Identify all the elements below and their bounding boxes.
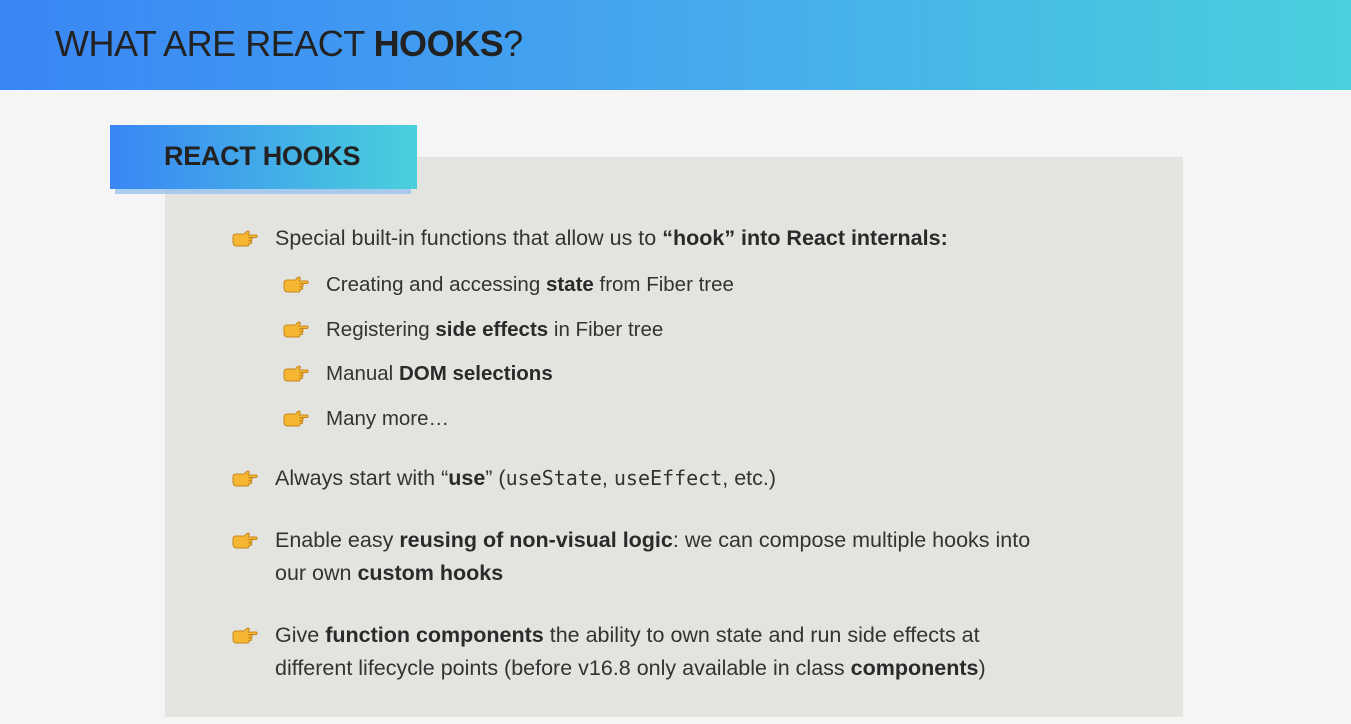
bullet-line: Give function components the ability to … bbox=[275, 623, 980, 647]
sub-bullet-dom-selections: Manual DOM selections bbox=[283, 357, 553, 390]
pointing-hand-icon bbox=[283, 276, 309, 293]
pointing-hand-icon bbox=[232, 230, 258, 247]
sub-bullet-state: Creating and accessing state from Fiber … bbox=[283, 268, 734, 301]
bullet-line: Enable easy reusing of non-visual logic:… bbox=[275, 528, 1031, 552]
pointing-hand-icon bbox=[232, 627, 258, 644]
sub-bullet-many-more: Many more… bbox=[283, 402, 449, 435]
bullet-reusing-logic: Enable easy reusing of non-visual logic:… bbox=[232, 524, 1031, 590]
badge-label: REACT HOOKS bbox=[164, 141, 361, 171]
bullet-line: our own custom hooks bbox=[275, 561, 504, 585]
title-bold: HOOKS bbox=[373, 23, 504, 64]
pointing-hand-icon bbox=[232, 470, 258, 487]
bullet-function-components: Give function components the ability to … bbox=[232, 619, 986, 685]
pointing-hand-icon bbox=[283, 410, 309, 427]
header-bar: WHAT ARE REACT HOOKS? bbox=[0, 0, 1351, 90]
bullet-hooks-definition: Special built-in functions that allow us… bbox=[232, 222, 948, 255]
title-prefix: WHAT ARE REACT bbox=[55, 23, 374, 64]
bullet-use-prefix: Always start with “use” (useState, useEf… bbox=[232, 462, 776, 495]
bullet-line: different lifecycle points (before v16.8… bbox=[275, 656, 986, 680]
sub-bullet-side-effects: Registering side effects in Fiber tree bbox=[283, 313, 663, 346]
pointing-hand-icon bbox=[283, 365, 309, 382]
section-badge: REACT HOOKS bbox=[110, 125, 417, 189]
pointing-hand-icon bbox=[283, 321, 309, 338]
title-suffix: ? bbox=[503, 23, 523, 64]
pointing-hand-icon bbox=[232, 532, 258, 549]
page-title: WHAT ARE REACT HOOKS? bbox=[55, 23, 523, 65]
